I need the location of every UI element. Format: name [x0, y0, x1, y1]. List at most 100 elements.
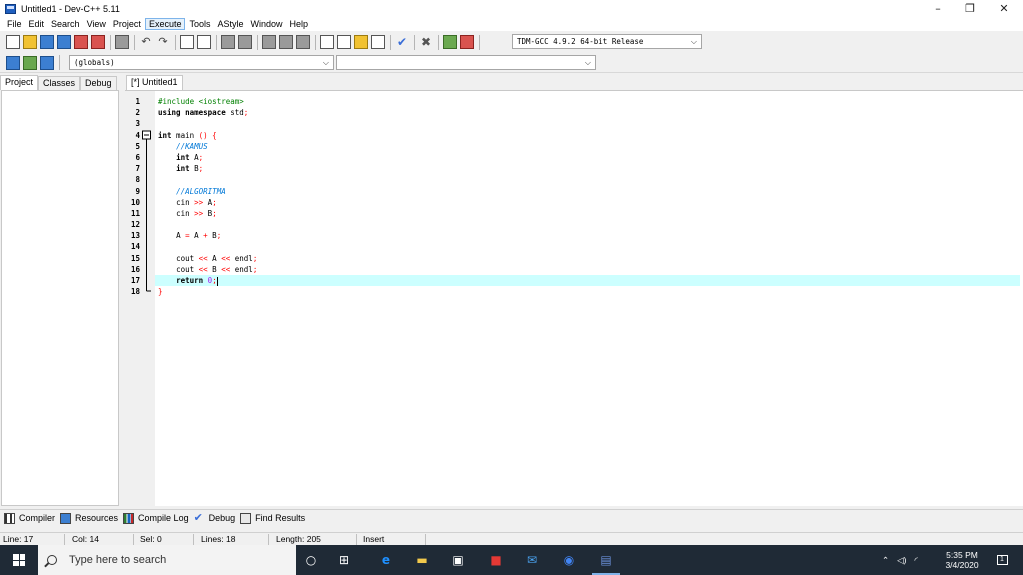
chevron-down-icon: ⌵: [690, 36, 697, 46]
mail-icon[interactable]: ✉: [524, 552, 540, 568]
tab-resources[interactable]: Resources: [60, 512, 119, 524]
toolbar-separator: [175, 34, 176, 50]
scope-select[interactable]: (globals) ⌵: [69, 55, 334, 70]
code-token: A: [176, 231, 186, 241]
minimize-button[interactable]: –: [921, 0, 955, 17]
profile-icon[interactable]: [443, 35, 457, 49]
find-icon: [240, 512, 252, 524]
menu-help[interactable]: Help: [287, 19, 312, 29]
menu-window[interactable]: Window: [248, 19, 286, 29]
app-icon[interactable]: ■: [488, 552, 504, 568]
clock[interactable]: 5:35 PM 3/4/2020: [942, 545, 982, 575]
code-text[interactable]: #include <iostream> using namespace std;…: [155, 96, 1020, 297]
tab-label: Debug: [208, 513, 236, 523]
tab-label: Resources: [75, 513, 119, 523]
unindent-icon[interactable]: [262, 35, 276, 49]
scope-select-value: (globals): [74, 58, 115, 67]
bookmark-icon[interactable]: [296, 35, 310, 49]
menu-edit[interactable]: Edit: [26, 19, 48, 29]
goto-line-icon[interactable]: [221, 35, 235, 49]
chevron-up-icon[interactable]: ⌃: [882, 555, 889, 566]
compiler-select-value: TDM-GCC 4.9.2 64-bit Release: [517, 37, 644, 46]
rebuild-icon[interactable]: [371, 35, 385, 49]
open-file-icon[interactable]: [23, 35, 37, 49]
notification-button[interactable]: 1: [993, 545, 1011, 575]
tab-compiler[interactable]: Compiler: [4, 512, 55, 524]
compile-icon[interactable]: [320, 35, 334, 49]
store-icon[interactable]: ▣: [450, 552, 466, 568]
code-editor[interactable]: 1 2 3 4 5 6 7 8 9 10 11 12 13 14 15 16 1…: [125, 90, 1023, 507]
line-number: 15: [130, 253, 140, 263]
maximize-button[interactable]: ❐: [953, 0, 987, 17]
compile-run-icon[interactable]: [354, 35, 368, 49]
print-icon[interactable]: [115, 35, 129, 49]
syntax-check-icon[interactable]: ✔: [395, 35, 409, 49]
devcpp-taskbar-icon[interactable]: ▤: [592, 552, 620, 575]
line-number: 4: [135, 130, 140, 140]
menu-execute[interactable]: Execute: [144, 18, 186, 30]
function-select[interactable]: ⌵: [336, 55, 596, 70]
cortana-icon[interactable]: ○: [303, 552, 319, 568]
edge-browser-icon[interactable]: e: [378, 552, 394, 568]
tab-debug[interactable]: Debug: [80, 76, 117, 90]
new-project-icon[interactable]: [6, 55, 20, 70]
save-all-icon[interactable]: [57, 35, 71, 49]
menu-view[interactable]: View: [84, 19, 109, 29]
save-icon[interactable]: [40, 35, 54, 49]
close-file-icon[interactable]: [74, 35, 88, 49]
tab-project[interactable]: Project: [0, 75, 39, 90]
task-view-icon[interactable]: ⊞: [336, 552, 352, 568]
menu-search[interactable]: Search: [48, 19, 83, 29]
line-number: 16: [130, 264, 140, 274]
new-file-icon[interactable]: [6, 35, 20, 49]
code-token: <<: [221, 253, 231, 263]
code-token: cout: [176, 253, 199, 263]
run-icon[interactable]: [337, 35, 351, 49]
menu-project[interactable]: Project: [110, 19, 144, 29]
tab-debug-output[interactable]: ✔ Debug: [194, 512, 236, 524]
code-line: int B;: [158, 163, 1018, 174]
tab-find-results[interactable]: Find Results: [240, 512, 306, 524]
project-browser[interactable]: [1, 90, 119, 506]
close-button[interactable]: ✕: [987, 0, 1021, 17]
file-explorer-icon[interactable]: ▬: [414, 552, 430, 568]
status-separator: [133, 534, 134, 545]
replace-icon[interactable]: [197, 35, 211, 49]
chrome-icon[interactable]: ◉: [561, 552, 577, 568]
redo-icon[interactable]: ↷: [156, 35, 170, 49]
tab-classes[interactable]: Classes: [38, 76, 81, 90]
compiler-select[interactable]: TDM-GCC 4.9.2 64-bit Release ⌵: [512, 34, 702, 49]
tab-label: Find Results: [255, 513, 306, 523]
delete-profile-icon[interactable]: [460, 35, 474, 49]
toggle-comment-icon[interactable]: [279, 35, 293, 49]
indent-icon[interactable]: [238, 35, 252, 49]
close-all-icon[interactable]: [91, 35, 105, 49]
menu-astyle[interactable]: AStyle: [214, 19, 246, 29]
status-separator: [64, 534, 65, 545]
code-token: A: [207, 253, 222, 263]
window-title: Untitled1 - Dev-C++ 5.11: [21, 3, 120, 14]
tab-compile-log[interactable]: Compile Log: [123, 512, 189, 524]
message-tabs: Compiler Resources Compile Log ✔ Debug Fi…: [0, 509, 1023, 526]
editor-tab-untitled1[interactable]: [*] Untitled1: [126, 75, 183, 90]
start-button[interactable]: [0, 545, 38, 575]
find-icon[interactable]: [180, 35, 194, 49]
code-token: >>: [194, 197, 204, 207]
code-token: #include <iostream>: [158, 97, 244, 106]
menu-tools[interactable]: Tools: [186, 19, 213, 29]
code-line: //ALGORITMA: [158, 186, 1018, 197]
toolbar-separator: [134, 34, 135, 50]
project-options-icon[interactable]: [40, 55, 54, 70]
code-token: using namespace: [158, 108, 226, 118]
wifi-icon[interactable]: ◜: [915, 555, 918, 566]
add-to-project-icon[interactable]: [23, 55, 37, 70]
taskbar-search[interactable]: Type here to search: [38, 545, 296, 575]
line-number: 11: [130, 208, 140, 218]
code-token: cin: [176, 208, 195, 218]
stop-execution-icon[interactable]: ✖: [419, 35, 433, 49]
menu-file[interactable]: File: [4, 19, 25, 29]
line-number: 3: [135, 119, 140, 129]
code-token: endl: [230, 253, 253, 263]
undo-icon[interactable]: ↶: [139, 35, 153, 49]
volume-icon[interactable]: ◁): [897, 555, 906, 566]
